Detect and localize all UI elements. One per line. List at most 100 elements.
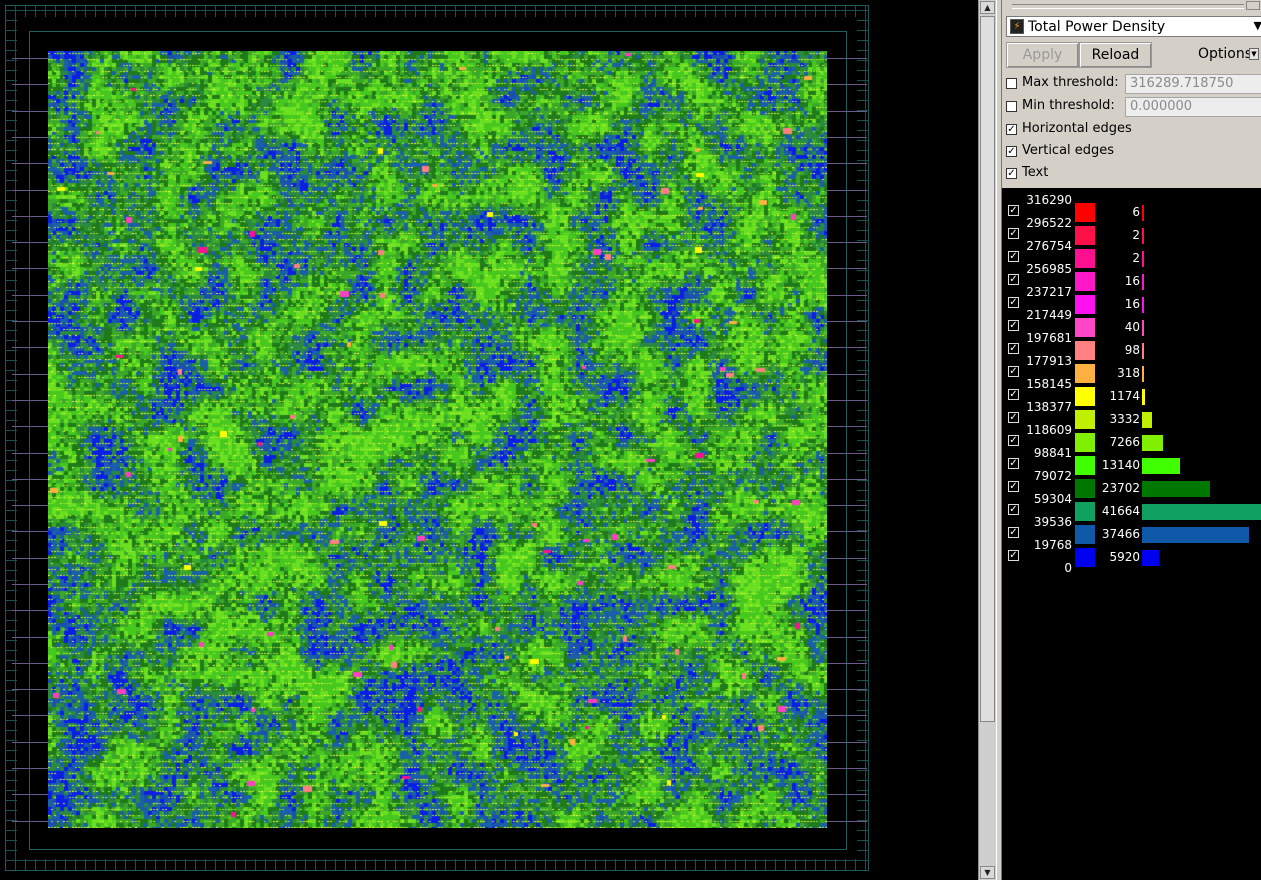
legend-bin-checkbox[interactable]: ✓ bbox=[1008, 297, 1019, 308]
horizontal-edges-label: Horizontal edges bbox=[1022, 121, 1132, 136]
legend-color-swatch bbox=[1075, 548, 1095, 567]
pin-line bbox=[12, 58, 48, 59]
heatmap-layer-icon: ⚡ bbox=[1010, 19, 1024, 34]
legend-bin-count: 2 bbox=[1132, 251, 1140, 265]
pin-line bbox=[12, 531, 48, 532]
options-menu-arrow-icon[interactable]: ▼ bbox=[1249, 48, 1259, 60]
legend-color-swatch bbox=[1075, 502, 1095, 521]
legend-boundary-value: 177913 bbox=[1026, 354, 1072, 368]
pin-line bbox=[12, 190, 48, 191]
text-checkbox[interactable]: ✓ bbox=[1006, 168, 1017, 179]
horizontal-edges-checkbox[interactable]: ✓ bbox=[1006, 124, 1017, 135]
legend-bin-checkbox[interactable]: ✓ bbox=[1008, 504, 1019, 515]
legend-bin-checkbox[interactable]: ✓ bbox=[1008, 435, 1019, 446]
pin-line bbox=[12, 689, 48, 690]
max-threshold-label: Max threshold: bbox=[1022, 75, 1119, 90]
legend-histogram-bar bbox=[1142, 504, 1261, 520]
legend-bin-checkbox[interactable]: ✓ bbox=[1008, 527, 1019, 538]
min-threshold-checkbox[interactable] bbox=[1006, 101, 1017, 112]
scroll-up-arrow-icon[interactable]: ▲ bbox=[980, 1, 995, 14]
legend-histogram-bar bbox=[1142, 320, 1144, 336]
pin-line bbox=[12, 558, 48, 559]
legend-boundary-value: 217449 bbox=[1026, 308, 1072, 322]
dock-float-button[interactable] bbox=[1246, 1, 1260, 10]
legend-bin-checkbox[interactable]: ✓ bbox=[1008, 412, 1019, 423]
pin-line bbox=[827, 715, 867, 716]
legend-color-swatch bbox=[1075, 272, 1095, 291]
scroll-thumb[interactable] bbox=[980, 16, 995, 722]
legend-bin-checkbox[interactable]: ✓ bbox=[1008, 320, 1019, 331]
legend-bin-count: 7266 bbox=[1109, 435, 1140, 449]
dock-grip[interactable] bbox=[1012, 4, 1244, 9]
scroll-down-arrow-icon[interactable]: ▼ bbox=[980, 866, 995, 879]
layout-canvas[interactable] bbox=[0, 0, 978, 880]
legend-histogram-bar bbox=[1142, 297, 1144, 313]
legend-boundary-value: 19768 bbox=[1033, 538, 1072, 552]
pin-line bbox=[827, 637, 867, 638]
legend-bin-count: 3332 bbox=[1109, 412, 1140, 426]
vertical-scrollbar[interactable]: ▲ ▼ bbox=[978, 0, 996, 880]
legend-bin-checkbox[interactable]: ✓ bbox=[1008, 205, 1019, 216]
pin-line bbox=[12, 584, 48, 585]
min-threshold-input[interactable]: 0.000000 bbox=[1125, 97, 1261, 117]
legend-bin-checkbox[interactable]: ✓ bbox=[1008, 228, 1019, 239]
apply-button[interactable]: Apply bbox=[1006, 42, 1079, 68]
power-density-heatmap[interactable] bbox=[48, 51, 827, 828]
vertical-edges-checkbox[interactable]: ✓ bbox=[1006, 146, 1017, 157]
legend-boundary-value: 39536 bbox=[1033, 515, 1072, 529]
pin-line bbox=[827, 531, 867, 532]
legend-histogram-bar bbox=[1142, 228, 1144, 244]
legend-bin-checkbox[interactable]: ✓ bbox=[1008, 274, 1019, 285]
legend-bin-checkbox[interactable]: ✓ bbox=[1008, 481, 1019, 492]
pin-line bbox=[12, 163, 48, 164]
legend-bin-count: 16 bbox=[1124, 297, 1140, 311]
legend-histogram-bar bbox=[1142, 527, 1249, 543]
reload-button[interactable]: Reload bbox=[1079, 42, 1152, 68]
legend-boundary-value: 296522 bbox=[1026, 216, 1072, 230]
pin-line bbox=[12, 242, 48, 243]
pin-line bbox=[12, 821, 48, 822]
pin-line bbox=[827, 374, 867, 375]
pin-line bbox=[12, 374, 48, 375]
pin-line bbox=[12, 505, 48, 506]
legend-histogram-bar bbox=[1142, 550, 1159, 566]
legend-color-swatch bbox=[1075, 249, 1095, 268]
max-threshold-checkbox[interactable] bbox=[1006, 78, 1017, 89]
legend-bin-checkbox[interactable]: ✓ bbox=[1008, 366, 1019, 377]
pin-line bbox=[827, 242, 867, 243]
vertical-edges-label: Vertical edges bbox=[1022, 143, 1115, 158]
legend-bin-checkbox[interactable]: ✓ bbox=[1008, 251, 1019, 262]
options-label[interactable]: Options: bbox=[1198, 46, 1257, 62]
legend-bin-count: 13140 bbox=[1101, 458, 1140, 472]
legend-color-swatch bbox=[1075, 295, 1095, 314]
legend-bin-count: 23702 bbox=[1101, 481, 1140, 495]
layer-select-value: Total Power Density bbox=[1028, 19, 1166, 35]
legend-bin-count: 1174 bbox=[1109, 389, 1140, 403]
text-label: Text bbox=[1022, 165, 1049, 180]
pin-line bbox=[827, 663, 867, 664]
legend-boundary-value: 59304 bbox=[1033, 492, 1072, 506]
pin-line bbox=[827, 689, 867, 690]
legend-bin-count: 318 bbox=[1117, 366, 1140, 380]
layer-select[interactable]: ⚡ Total Power Density ▼ bbox=[1006, 16, 1261, 37]
pin-line bbox=[827, 426, 867, 427]
pin-line bbox=[12, 347, 48, 348]
legend-boundary-value: 256985 bbox=[1026, 262, 1072, 276]
pin-line bbox=[12, 453, 48, 454]
legend-bin-count: 2 bbox=[1132, 228, 1140, 242]
legend-bin-count: 37466 bbox=[1101, 527, 1140, 541]
legend-boundary-value: 158145 bbox=[1026, 377, 1072, 391]
pin-line bbox=[827, 111, 867, 112]
pin-line bbox=[827, 558, 867, 559]
legend-histogram-bar bbox=[1142, 205, 1144, 221]
legend-bin-checkbox[interactable]: ✓ bbox=[1008, 550, 1019, 561]
pin-line bbox=[12, 111, 48, 112]
legend-bin-checkbox[interactable]: ✓ bbox=[1008, 458, 1019, 469]
pin-line bbox=[827, 295, 867, 296]
legend-bin-count: 5920 bbox=[1109, 550, 1140, 564]
legend-bin-checkbox[interactable]: ✓ bbox=[1008, 389, 1019, 400]
legend-bin-checkbox[interactable]: ✓ bbox=[1008, 343, 1019, 354]
legend-boundary-value: 316290 bbox=[1026, 193, 1072, 207]
max-threshold-input[interactable]: 316289.718750 bbox=[1125, 74, 1261, 94]
pin-line bbox=[827, 268, 867, 269]
